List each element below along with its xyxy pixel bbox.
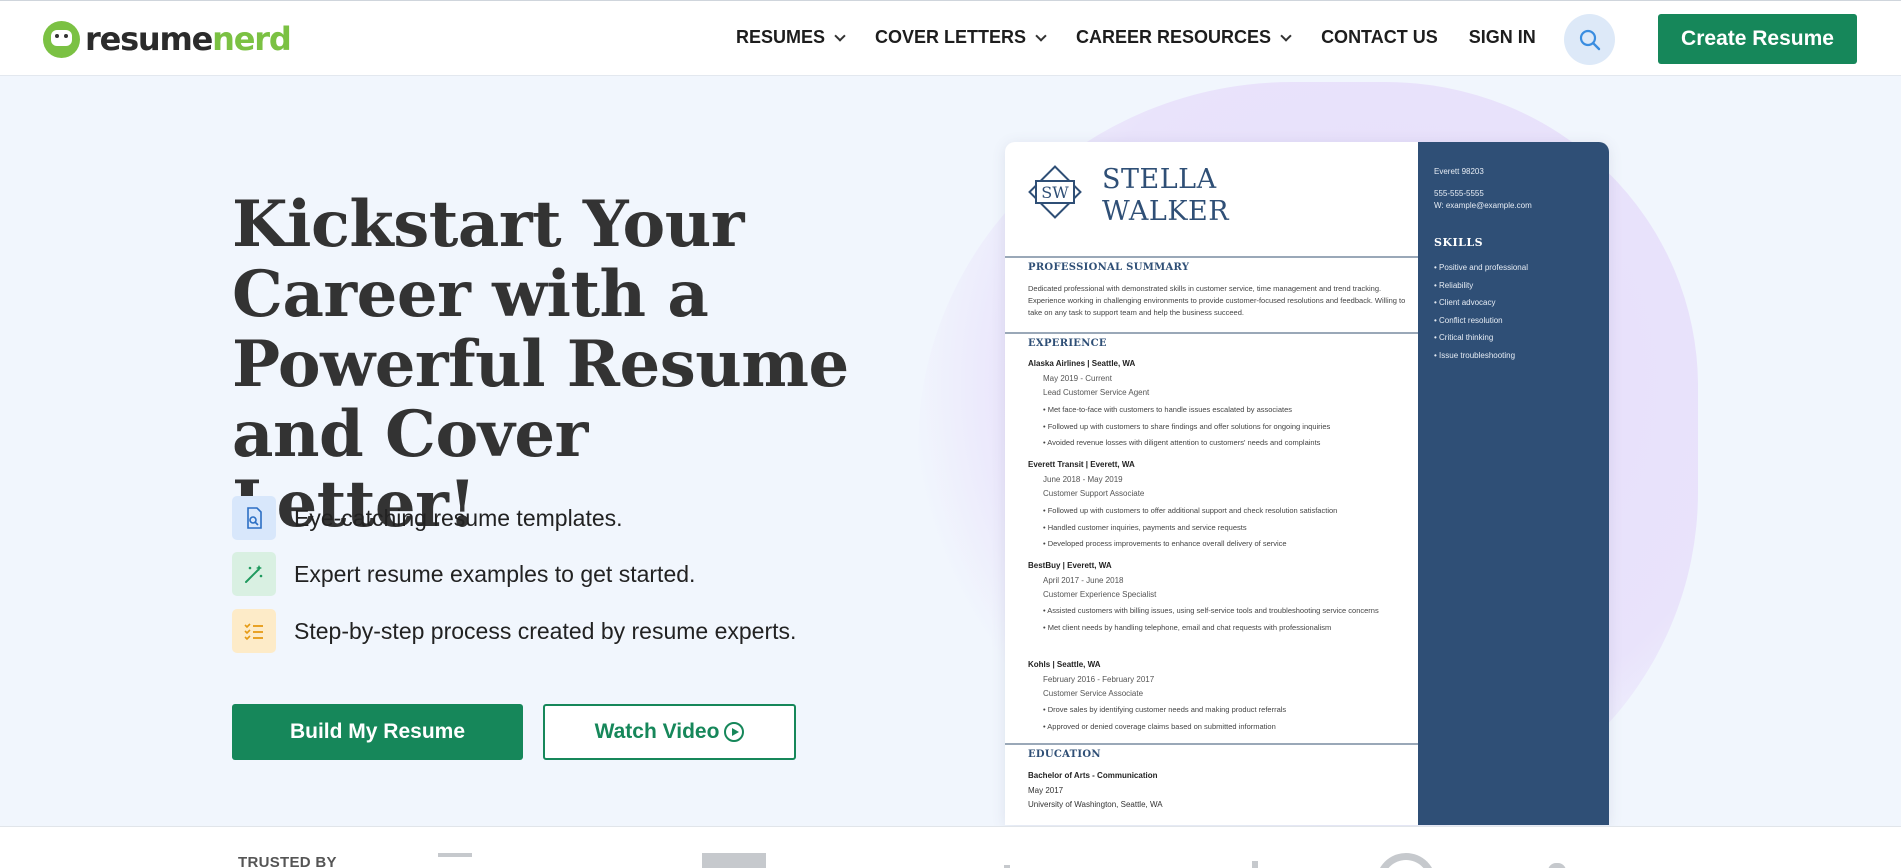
search-button[interactable] [1564,14,1615,65]
play-icon [724,722,745,742]
job-bullets: Assisted customers with billing issues, … [1043,603,1403,636]
job-bullets: Drove sales by identifying customer need… [1043,702,1403,735]
nav-cover-letters[interactable]: COVER LETTERS [875,27,1047,48]
chevron-down-icon [834,29,846,42]
nav-career-resources[interactable]: CAREER RESOURCES [1076,27,1292,48]
trusted-by-label: TRUSTED BY [238,854,337,868]
divider [1005,256,1418,258]
partner-logo [438,853,472,857]
document-icon [232,496,276,540]
summary-text: Dedicated professional with demonstrated… [1028,284,1406,317]
chevron-down-icon [1035,29,1047,42]
trusted-by-bar: TRUSTED BY [0,826,1901,868]
section-heading: EDUCATION [1028,749,1101,760]
nav-resumes[interactable]: RESUMES [736,27,846,48]
feature-item: Step-by-step process created by resume e… [232,609,796,653]
partner-logo [1548,863,1566,868]
job-bullets: Met face-to-face with customers to handl… [1043,402,1403,452]
create-resume-button[interactable]: Create Resume [1658,14,1857,64]
job-bullets: Followed up with customers to offer addi… [1043,503,1403,553]
skills-heading: SKILLS [1434,236,1484,249]
divider [1005,743,1418,745]
nerd-mascot-icon [43,20,80,58]
feature-item: Expert resume examples to get started. [232,552,695,596]
job-company: BestBuy | Everett, WA [1028,561,1112,570]
job-meta: June 2018 - May 2019 Customer Support As… [1043,475,1145,498]
watch-video-button[interactable]: Watch Video [543,704,796,760]
nav-contact-us[interactable]: CONTACT US [1321,27,1438,48]
magic-wand-icon [232,552,276,596]
main-nav: RESUMES COVER LETTERS CAREER RESOURCES C… [736,27,1567,48]
logo[interactable]: resumenerd [43,19,292,59]
section-heading: PROFESSIONAL SUMMARY [1028,262,1190,273]
resume-preview: SW STELLA WALKER PROFESSIONAL SUMMARY De… [1005,142,1609,825]
education-degree: Bachelor of Arts - Communication [1028,771,1158,780]
checklist-icon [232,609,276,653]
feature-item: Eye-catching resume templates. [232,496,623,540]
job-meta: May 2019 - Current Lead Customer Service… [1043,374,1150,397]
education-meta: May 2017 University of Washington, Seatt… [1028,786,1163,809]
job-meta: February 2016 - February 2017 Customer S… [1043,675,1155,698]
resume-sidebar: Everett 98203 555-555-5555 W: example@ex… [1418,142,1609,825]
partner-logo [1376,853,1436,868]
chevron-down-icon [1280,29,1292,42]
nav-sign-in[interactable]: SIGN IN [1469,27,1536,48]
monogram: SW [1028,165,1082,219]
partner-logo [1252,861,1258,868]
contact-info: Everett 98203 555-555-5555 W: example@ex… [1434,167,1532,210]
hero-title: Kickstart Your Career with a Powerful Re… [232,187,849,542]
skills-list: Positive and professional Reliability Cl… [1434,259,1593,364]
site-header: resumenerd RESUMES COVER LETTERS CAREER … [0,0,1901,76]
search-icon [1579,29,1600,50]
logo-text: resumenerd [85,20,292,58]
job-company: Alaska Airlines | Seattle, WA [1028,359,1136,368]
resume-main-column: SW STELLA WALKER PROFESSIONAL SUMMARY De… [1005,142,1418,825]
job-company: Everett Transit | Everett, WA [1028,460,1135,469]
partner-logo [702,853,766,868]
job-meta: April 2017 - June 2018 Customer Experien… [1043,576,1157,599]
resume-name: STELLA WALKER [1102,164,1230,227]
job-company: Kohls | Seattle, WA [1028,660,1101,669]
divider [1005,332,1418,334]
build-my-resume-button[interactable]: Build My Resume [232,704,523,760]
section-heading: EXPERIENCE [1028,338,1107,349]
